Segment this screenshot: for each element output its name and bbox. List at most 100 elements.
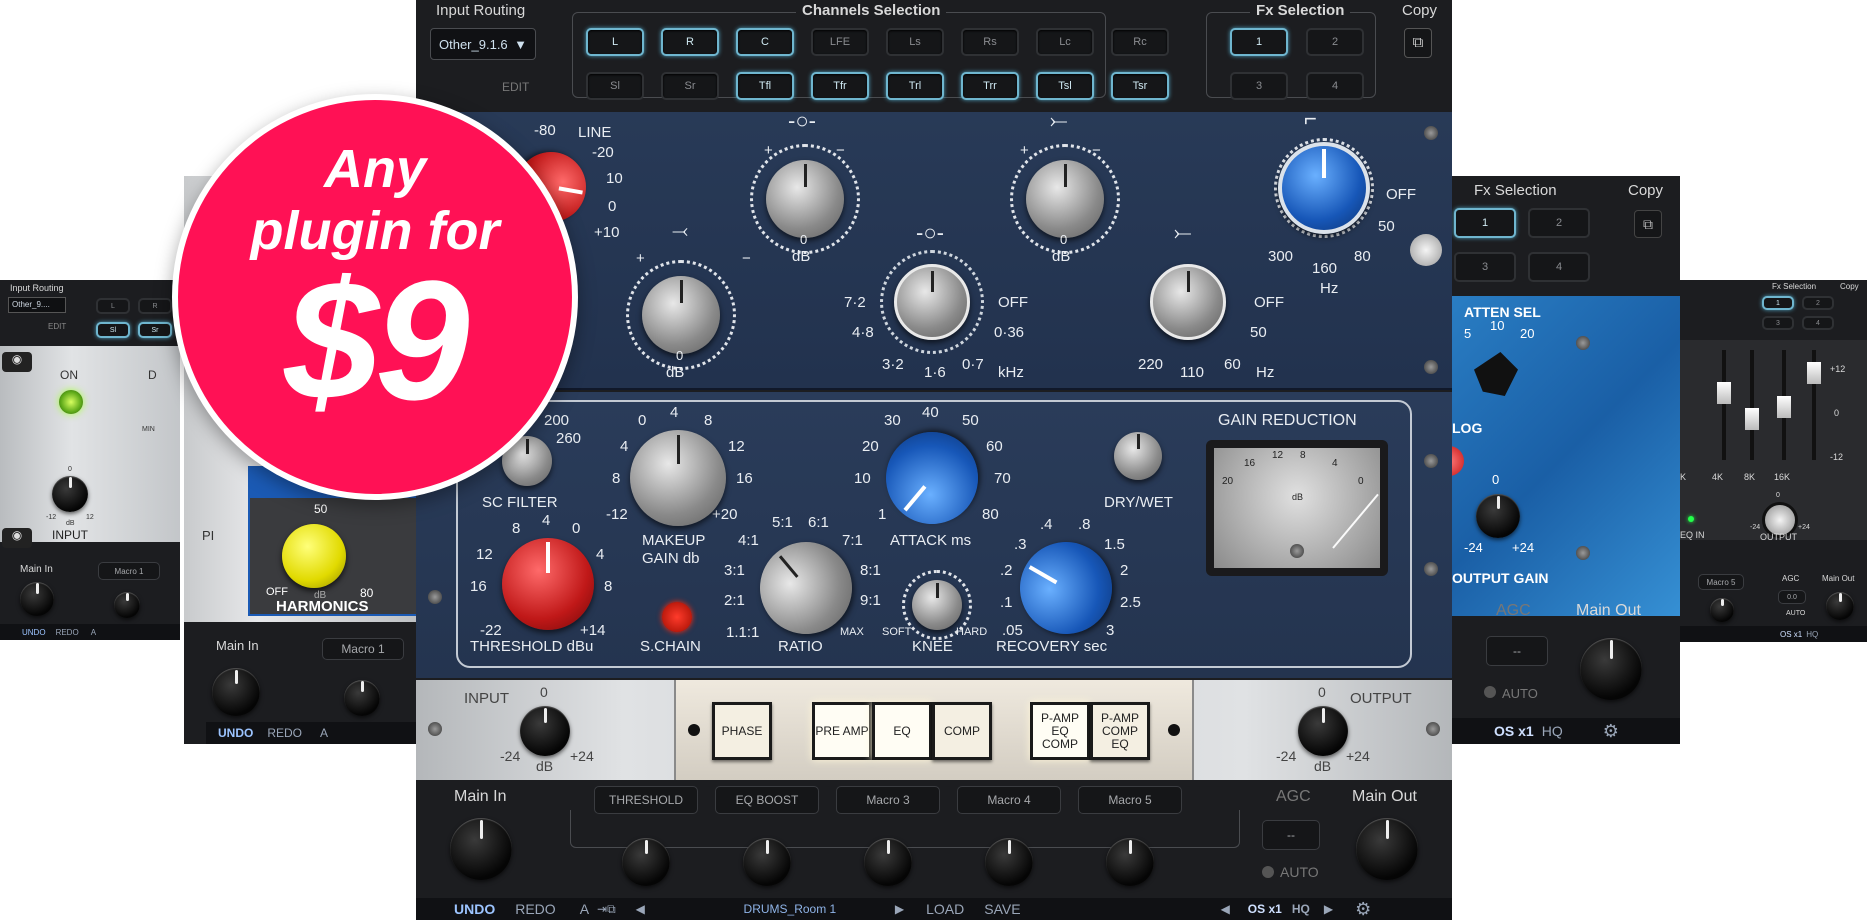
fx-3-button[interactable]: 3 [1230,72,1288,100]
rm-fx-1[interactable]: 1 [1454,208,1516,238]
hp-freq-knob[interactable] [1278,142,1370,234]
rf-macro5[interactable]: Macro 5 [1698,574,1744,590]
mid-freq-knob[interactable] [894,264,970,340]
low-freq-knob[interactable] [1150,264,1226,340]
agc-value[interactable]: -- [1262,820,1320,850]
rf-eq-in-led[interactable] [1688,516,1694,522]
routing-dropdown[interactable]: Other_9.... [8,297,66,313]
rf-fader-cap-1[interactable] [1717,382,1731,404]
macro-1-button[interactable]: THRESHOLD [594,786,698,814]
rm-fx-2[interactable]: 2 [1528,208,1590,238]
rm-copy-button[interactable]: ⧉ [1634,210,1662,238]
eq-push-button[interactable] [1410,234,1442,266]
channel-tfr-button[interactable]: Tfr [811,72,869,100]
main-in-knob-small[interactable] [20,582,54,616]
output-knob[interactable] [1298,706,1348,756]
mid1-gain-knob[interactable] [766,160,844,238]
redo-button[interactable]: REDO [515,901,555,917]
undo-button[interactable]: UNDO [454,901,495,917]
channel-sl-button[interactable]: Sl [586,72,644,100]
input-knob-small[interactable] [52,476,88,512]
rf-fx-4[interactable]: 4 [1802,316,1834,330]
rm-agc-value[interactable]: -- [1486,636,1548,666]
channel-sr-button[interactable]: Sr [661,72,719,100]
undo-small[interactable]: UNDO [22,628,46,637]
routing-dropdown[interactable]: Other_9.1.6 ▼ [430,28,536,60]
rf-fx-1[interactable]: 1 [1762,296,1794,310]
ch-sl[interactable]: Sl [96,322,130,338]
rf-fader-2[interactable] [1750,350,1754,460]
macro-5-button[interactable]: Macro 5 [1078,786,1182,814]
macro-3-button[interactable]: Macro 3 [836,786,940,814]
rm-os[interactable]: OS x1 [1494,723,1534,739]
preset-prev-icon[interactable]: ◀ [636,902,645,916]
edit-label[interactable]: EDIT [48,322,66,331]
redo-small[interactable]: REDO [56,628,79,637]
rm-hq[interactable]: HQ [1542,723,1563,739]
dry-wet-knob[interactable] [1114,432,1162,480]
rf-fader-1[interactable] [1722,350,1726,460]
channel-ls-button[interactable]: Ls [886,28,944,56]
ch-r[interactable]: R [138,298,172,314]
rm-gear-icon[interactable]: ⚙ [1603,721,1619,742]
channel-r-button[interactable]: R [661,28,719,56]
ab-copy-icon[interactable]: ⇥⧉ [597,902,616,917]
channel-trr-button[interactable]: Trr [961,72,1019,100]
save-button[interactable]: SAVE [984,901,1020,917]
macro-2-button[interactable]: EQ BOOST [715,786,819,814]
preset-next-icon[interactable]: ▶ [895,902,904,916]
edit-button[interactable]: EDIT [502,80,529,94]
channel-tsr-button[interactable]: Tsr [1111,72,1169,100]
rf-auto[interactable]: AUTO [1786,610,1805,617]
ch-sr[interactable]: Sr [138,322,172,338]
macro-3-knob[interactable] [864,838,912,886]
left-mid-main-in-knob[interactable] [212,668,260,716]
threshold-knob[interactable] [502,538,594,630]
a-small[interactable]: A [91,628,96,637]
rf-hq[interactable]: HQ [1806,630,1818,639]
os-prev-icon[interactable]: ◀ [1221,902,1230,916]
left-mid-redo[interactable]: REDO [267,726,302,740]
os-next-icon[interactable]: ▶ [1324,902,1333,916]
rm-output-gain-knob[interactable] [1476,494,1520,538]
macro-4-button[interactable]: Macro 4 [957,786,1061,814]
rf-macro5-knob[interactable] [1710,598,1734,622]
left-mid-macro1-knob[interactable] [344,680,380,716]
pre-amp-button[interactable]: PRE AMP [812,702,872,760]
rf-fader-cap-3[interactable] [1777,396,1791,418]
knee-knob[interactable] [912,580,962,630]
copy-button[interactable]: ⧉ [1404,28,1432,58]
rm-auto[interactable]: AUTO [1502,686,1538,701]
channel-c-button[interactable]: C [736,28,794,56]
fx-2-button[interactable]: 2 [1306,28,1364,56]
schain-button[interactable] [662,602,692,632]
on-led[interactable] [59,390,83,414]
hq-button[interactable]: HQ [1292,902,1310,916]
preset-name[interactable]: DRUMS_Room 1 [715,902,865,916]
input-knob[interactable] [520,706,570,756]
ch-l[interactable]: L [96,298,130,314]
rf-main-out-knob[interactable] [1826,592,1854,620]
auto-led[interactable] [1262,866,1274,878]
channel-tsl-button[interactable]: Tsl [1036,72,1094,100]
rf-fader-cap-2[interactable] [1745,408,1759,430]
low-gain-knob[interactable] [642,276,720,354]
main-in-knob[interactable] [450,818,512,880]
gear-icon[interactable]: ⚙ [1355,899,1371,920]
p-amp-eq-comp-button[interactable]: P-AMP EQ COMP [1030,702,1090,760]
channel-l-button[interactable]: L [586,28,644,56]
rf-os[interactable]: OS x1 [1780,630,1802,639]
phase-button[interactable]: PHASE [712,702,772,760]
macro1-small[interactable]: Macro 1 [98,562,160,580]
fx-1-button[interactable]: 1 [1230,28,1288,56]
comp-button[interactable]: COMP [932,702,992,760]
rf-fx-3[interactable]: 3 [1762,316,1794,330]
p-amp-comp-eq-button[interactable]: P-AMP COMP EQ [1090,702,1150,760]
macro1-knob-small[interactable] [114,592,140,618]
channel-tfl-button[interactable]: Tfl [736,72,794,100]
os-value[interactable]: OS x1 [1248,902,1282,916]
macro-5-knob[interactable] [1106,838,1154,886]
rm-fx-3[interactable]: 3 [1454,252,1516,282]
rm-fx-4[interactable]: 4 [1528,252,1590,282]
channel-lc-button[interactable]: Lc [1036,28,1094,56]
